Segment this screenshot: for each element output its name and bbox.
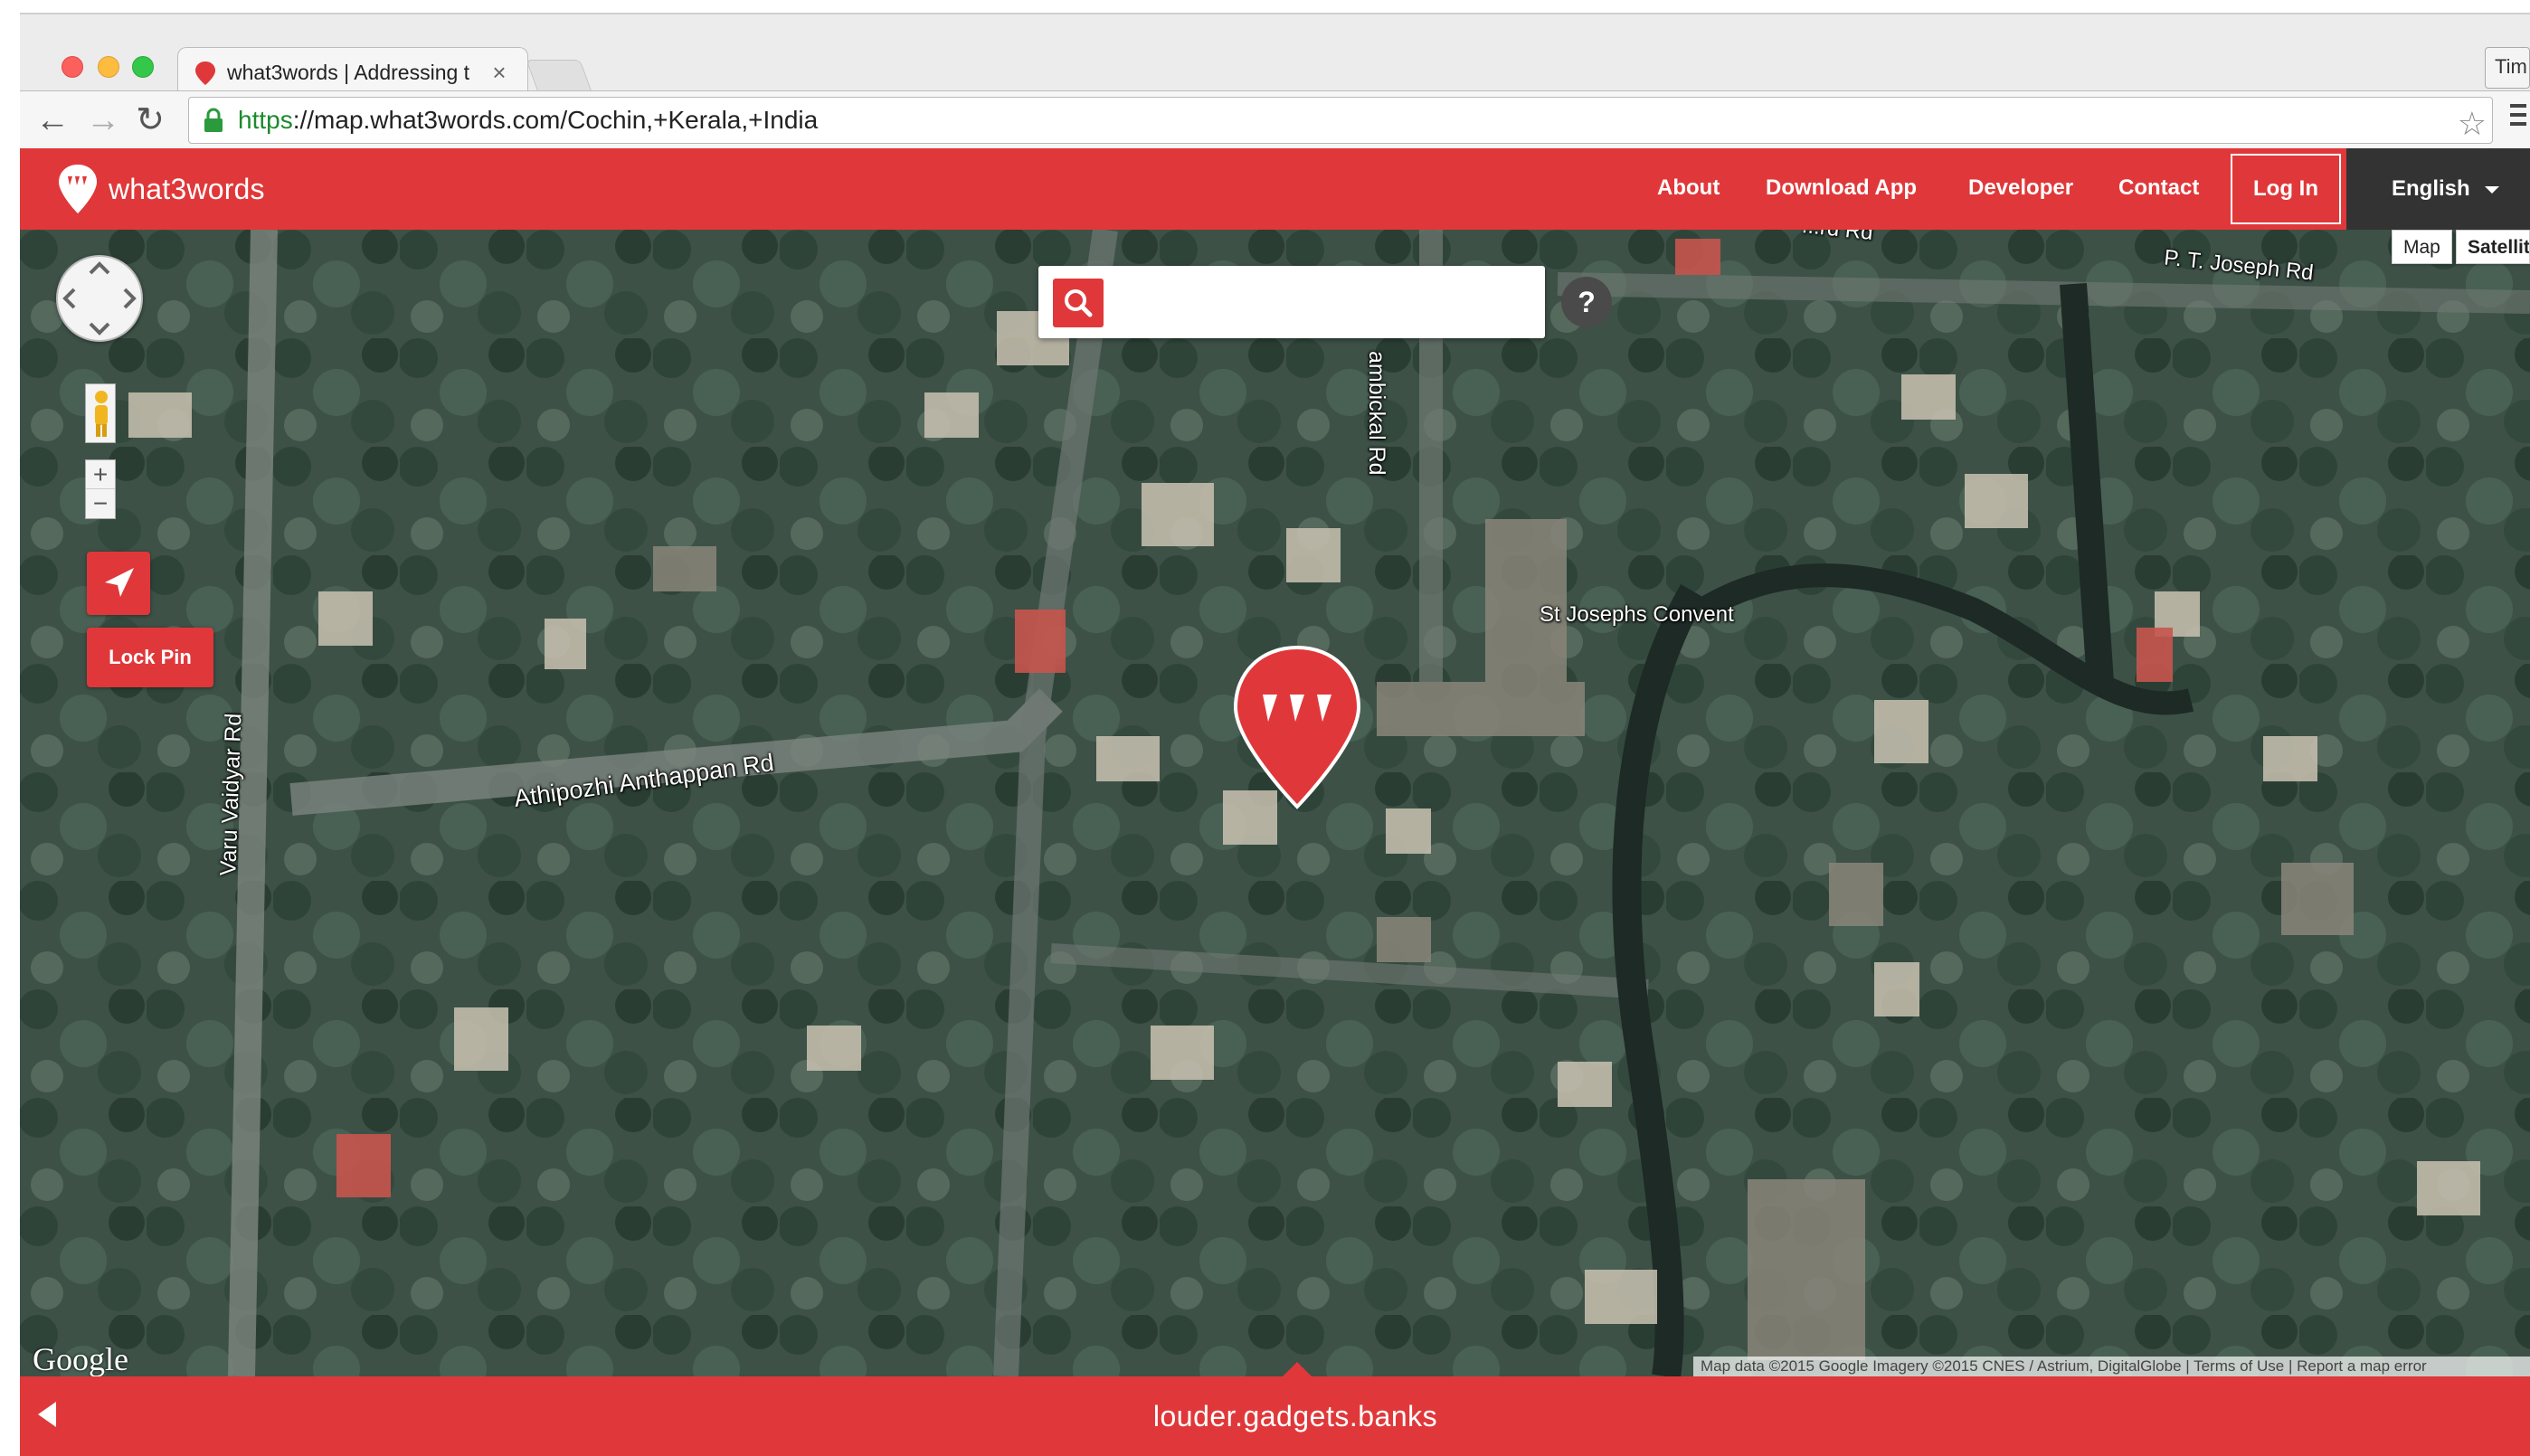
chevron-down-icon <box>2484 185 2499 194</box>
search-input[interactable] <box>1114 279 1530 327</box>
place-label-convent: St Josephs Convent <box>1540 602 1734 627</box>
zoom-window-button[interactable] <box>132 56 154 78</box>
logo-pin-icon <box>59 165 97 213</box>
url-path: ://map.what3words.com/Cochin,+Kerala,+In… <box>292 106 819 134</box>
navigation-arrow-icon <box>105 568 134 597</box>
browser-toolbar: ← → ↻ https://map.what3words.com/Cochin,… <box>20 90 2530 148</box>
help-button[interactable]: ? <box>1561 277 1612 327</box>
forward-arrow-icon[interactable]: → <box>83 100 123 140</box>
map-attribution[interactable]: Map data ©2015 Google Imagery ©2015 CNES… <box>1693 1357 2530 1376</box>
zoom-in-button[interactable]: + <box>86 460 115 489</box>
search-button[interactable] <box>1053 279 1104 327</box>
browser-menu-icon[interactable] <box>2510 104 2530 137</box>
locate-me-button[interactable] <box>87 552 150 615</box>
road-label-bickal: ambickal Rd <box>1364 351 1389 476</box>
nav-download-app[interactable]: Download App <box>1766 175 1917 201</box>
location-pin-icon[interactable] <box>1227 642 1368 812</box>
lock-pin-button[interactable]: Lock Pin <box>87 628 213 687</box>
language-selector[interactable]: English <box>2346 148 2530 230</box>
search-icon <box>1065 289 1093 317</box>
tab-title: what3words | Addressing t <box>227 61 470 84</box>
tab-close-icon[interactable]: × <box>488 59 511 87</box>
bookmark-star-icon[interactable]: ☆ <box>2458 105 2487 143</box>
login-button[interactable]: Log In <box>2231 154 2341 224</box>
nav-developer[interactable]: Developer <box>1968 175 2073 201</box>
reload-icon[interactable]: ↻ <box>130 100 170 140</box>
what3words-favicon-icon <box>195 61 215 85</box>
address-bar[interactable]: https://map.what3words.com/Cochin,+Keral… <box>188 97 2493 144</box>
google-logo: Google <box>33 1341 128 1376</box>
language-label: English <box>2392 176 2470 201</box>
what3words-logo[interactable]: what3words <box>56 163 265 215</box>
zoom-control: + − <box>85 459 116 519</box>
minimize-window-button[interactable] <box>98 56 119 78</box>
pan-arrows-icon <box>62 261 137 336</box>
app-header: what3words About Download App Developer … <box>20 148 2530 230</box>
satellite-map[interactable]: Map Satellite P. T. Joseph Rd ...rd Rd S… <box>20 230 2530 1376</box>
street-view-pegman-icon[interactable] <box>85 383 116 443</box>
url-scheme: https <box>238 106 293 134</box>
map-type-map-button[interactable]: Map <box>2392 230 2452 264</box>
nav-about[interactable]: About <box>1657 175 1720 201</box>
pan-control[interactable] <box>56 255 143 342</box>
nav-contact[interactable]: Contact <box>2118 175 2199 201</box>
close-window-button[interactable] <box>62 56 83 78</box>
three-word-address-bar: louder.gadgets.banks <box>20 1362 2530 1456</box>
logo-text: what3words <box>109 172 265 205</box>
new-tab-button[interactable] <box>526 60 592 92</box>
profile-button[interactable]: Tim <box>2485 47 2530 89</box>
back-arrow-icon[interactable]: ← <box>33 100 72 140</box>
footer-notch <box>1283 1362 1312 1376</box>
zoom-out-button[interactable]: − <box>86 489 115 518</box>
arrow-left-icon[interactable] <box>38 1402 56 1427</box>
map-type-satellite-button[interactable]: Satellite <box>2456 230 2530 264</box>
url-text: https://map.what3words.com/Cochin,+Keral… <box>238 106 818 135</box>
three-word-address: louder.gadgets.banks <box>1152 1400 1438 1432</box>
lock-icon <box>204 108 223 132</box>
search-box <box>1038 266 1545 338</box>
